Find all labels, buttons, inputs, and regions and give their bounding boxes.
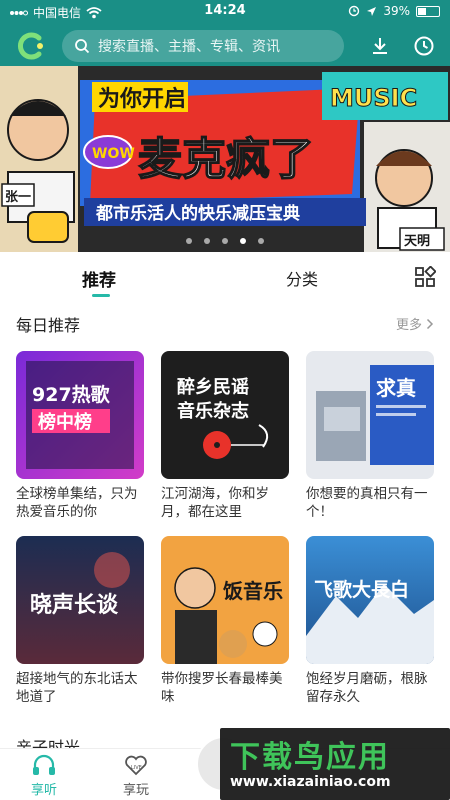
- banner-art: 为你开启 WOW 麦克疯了 都市乐活人的快乐减压宝典 MUSIC 张一 天明: [0, 66, 450, 252]
- album-card[interactable]: 醉乡民谣 音乐杂志 江河湖海，你和岁月，都在这里: [161, 351, 289, 521]
- album-cover: 927热歌 榜中榜: [16, 351, 144, 479]
- chevron-right-icon: [426, 318, 434, 329]
- cover-line1: 求真: [376, 376, 416, 400]
- cover-line1: 927热歌: [32, 383, 111, 406]
- battery-percent: 39%: [383, 4, 410, 18]
- carousel-dot[interactable]: [186, 238, 192, 244]
- album-card[interactable]: 求真 你想要的真相只有一个！: [306, 351, 434, 521]
- headphones-icon: [33, 754, 55, 775]
- history-icon: [414, 36, 434, 56]
- nav-listen-label: 享听: [30, 783, 57, 798]
- live-heart-icon: LIVE: [125, 755, 147, 776]
- tab-category[interactable]: 分类: [286, 266, 318, 290]
- carousel-dot[interactable]: [204, 238, 210, 244]
- search-input[interactable]: 搜索直播、主播、专辑、资讯: [62, 30, 344, 62]
- carousel-dot[interactable]: [240, 238, 246, 244]
- cover-line1: 饭音乐: [223, 579, 283, 603]
- album-card[interactable]: 晓声长谈 超接地气的东北话太地道了: [16, 536, 144, 706]
- album-cover: 晓声长谈: [16, 536, 144, 664]
- grid-icon[interactable]: [414, 266, 436, 288]
- watermark-url: www.xiazainiao.com: [230, 774, 391, 790]
- album-caption: 你想要的真相只有一个！: [306, 486, 428, 520]
- app-bar: 搜索直播、主播、专辑、资讯: [0, 24, 450, 66]
- album-caption: 全球榜单集结，只为热爱音乐的你: [16, 486, 138, 520]
- tab-recommend[interactable]: 推荐: [82, 266, 116, 291]
- watermark: 下载鸟应用 www.xiazainiao.com: [220, 728, 450, 800]
- download-icon: [373, 38, 387, 54]
- search-icon: [75, 39, 90, 54]
- alarm-icon: [349, 5, 360, 17]
- banner-title: 麦克疯了: [138, 134, 314, 185]
- album-card[interactable]: 飞歌大長白 饱经岁月磨砺，根脉留存永久: [306, 536, 434, 706]
- cover-art: 饭音乐: [161, 536, 289, 664]
- search-placeholder: 搜索直播、主播、专辑、资讯: [98, 39, 280, 55]
- album-cover: 饭音乐: [161, 536, 289, 664]
- nav-play-label: 享玩: [122, 783, 149, 798]
- album-cover: 求真: [306, 351, 434, 479]
- daily-section-header: 每日推荐 更多: [0, 308, 450, 336]
- carousel-dot[interactable]: [222, 238, 228, 244]
- more-label: 更多: [395, 318, 422, 333]
- cover-art: 醉乡民谣 音乐杂志: [161, 351, 289, 479]
- album-cover: 飞歌大長白: [306, 536, 434, 664]
- more-link[interactable]: 更多: [396, 314, 434, 333]
- album-cover: 醉乡民谣 音乐杂志: [161, 351, 289, 479]
- daily-title: 每日推荐: [16, 316, 81, 335]
- cover-art: 晓声长谈: [16, 536, 144, 664]
- nav-listen[interactable]: 享听: [12, 753, 76, 798]
- cover-line1: 醉乡民谣: [177, 376, 249, 398]
- download-button[interactable]: [366, 32, 394, 60]
- cover-art: 927热歌 榜中榜: [16, 351, 144, 479]
- battery-icon: [416, 5, 440, 17]
- cover-art: 求真: [306, 351, 434, 479]
- tab-active-indicator: [92, 294, 110, 297]
- banner-wow: WOW: [92, 146, 135, 162]
- history-button[interactable]: [410, 32, 438, 60]
- nav-play[interactable]: LIVE 享玩: [104, 753, 168, 798]
- cover-line2: 音乐杂志: [177, 400, 249, 422]
- banner-top-label: 为你开启: [98, 86, 186, 112]
- cover-line1: 飞歌大長白: [314, 578, 409, 601]
- cover-line2: 榜中榜: [38, 411, 92, 433]
- banner-subtitle: 都市乐活人的快乐减压宝典: [95, 203, 300, 224]
- top-bar: 中国电信 14:24 39% 搜索直播、主播、专辑、资讯: [0, 0, 450, 66]
- album-caption: 带你搜罗长春最棒美味: [161, 671, 283, 705]
- carousel-dots: [0, 238, 450, 244]
- location-icon: [367, 6, 377, 16]
- cover-line1: 晓声长谈: [30, 592, 119, 618]
- next-section-title: 亲子时光: [16, 738, 81, 748]
- status-right: 39%: [348, 4, 440, 18]
- album-caption: 超接地气的东北话太地道了: [16, 671, 138, 705]
- banner-music-logo: MUSIC: [330, 84, 417, 112]
- album-card[interactable]: 饭音乐 带你搜罗长春最棒美味: [161, 536, 289, 706]
- album-caption: 江河湖海，你和岁月，都在这里: [161, 486, 269, 520]
- album-card[interactable]: 927热歌 榜中榜 全球榜单集结，只为热爱音乐的你: [16, 351, 144, 521]
- cover-art: 飞歌大長白: [306, 536, 434, 664]
- status-bar: 中国电信 14:24 39%: [0, 0, 450, 22]
- tab-bar: 推荐 分类: [0, 252, 450, 302]
- album-caption: 饱经岁月磨砺，根脉留存永久: [306, 671, 428, 705]
- carousel-dot[interactable]: [258, 238, 264, 244]
- svg-text:LIVE: LIVE: [131, 765, 142, 771]
- banner-left-name: 张一: [5, 190, 31, 205]
- watermark-title: 下载鸟应用: [230, 740, 390, 775]
- logo-icon[interactable]: [14, 28, 50, 64]
- banner-carousel[interactable]: 为你开启 WOW 麦克疯了 都市乐活人的快乐减压宝典 MUSIC 张一 天明: [0, 66, 450, 252]
